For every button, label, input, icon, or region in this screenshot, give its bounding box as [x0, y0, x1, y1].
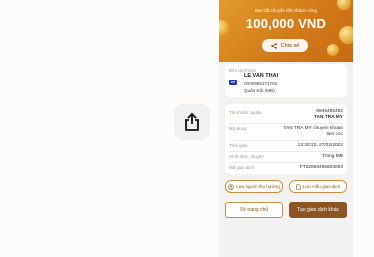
chia-se-button[interactable]: Chia sẻ [262, 39, 308, 52]
recipient-card: Đến tài khoản MB LE VAN THAI 00009863717… [225, 64, 347, 97]
share-up-arrow-icon [185, 113, 199, 131]
txid-label: Mã giao dịch [229, 165, 254, 170]
time-value: 13:30:22, 27/02/2022 [297, 143, 343, 148]
divider [229, 123, 343, 124]
home-button[interactable]: Về trang chủ [225, 202, 283, 218]
success-header: Bạn đã chuyển tiền thành công 100,000 VN… [219, 0, 353, 62]
transaction-details-card: Tài khoản nguồn 0945485492 TAN TRA MY Nộ… [225, 104, 347, 174]
mb-bank-logo: MB [229, 80, 237, 85]
method-label: Hình thức chuyển [229, 154, 264, 159]
transfer-receipt-screen: Bạn đã chuyển tiền thành công 100,000 VN… [219, 0, 353, 257]
content-value: TAN TRA MY chuyen khoan tien coc [283, 126, 343, 137]
recipient-bank: Quân Đội (MB) [244, 88, 275, 93]
transfer-amount: 100,000 VND [245, 16, 327, 31]
chia-se-label: Chia sẻ [280, 42, 300, 49]
share-nodes-icon [270, 42, 277, 49]
time-label: Thời gian [229, 143, 248, 148]
divider [229, 151, 343, 152]
coin-decoration [327, 44, 339, 56]
person-circle-icon [228, 183, 235, 190]
document-icon [296, 183, 301, 190]
save-template-label: Lưu mẫu giao dịch [302, 184, 341, 189]
save-recipient-label: Lưu người thụ hưởng [236, 184, 280, 189]
divider [229, 162, 343, 163]
save-template-button[interactable]: Lưu mẫu giao dịch [289, 180, 347, 193]
success-subtitle: Bạn đã chuyển tiền thành công [254, 8, 318, 13]
new-transaction-button[interactable]: Tạo giao dịch khác [289, 202, 347, 218]
recipient-name: LE VAN THAI [244, 73, 279, 79]
save-recipient-button[interactable]: Lưu người thụ hưởng [225, 180, 283, 193]
recipient-account: 0000986371792 [244, 81, 278, 86]
content-label: Nội dung [229, 126, 247, 131]
txid-value: FT22059496603093 [299, 165, 343, 170]
source-account-name: TAN TRA MY [313, 115, 343, 120]
share-button[interactable] [174, 104, 210, 140]
source-account-number: 0945485492 [316, 109, 343, 114]
source-account-label: Tài khoản nguồn [229, 110, 262, 115]
divider [229, 140, 343, 141]
method-value: Trong MB [322, 154, 343, 159]
